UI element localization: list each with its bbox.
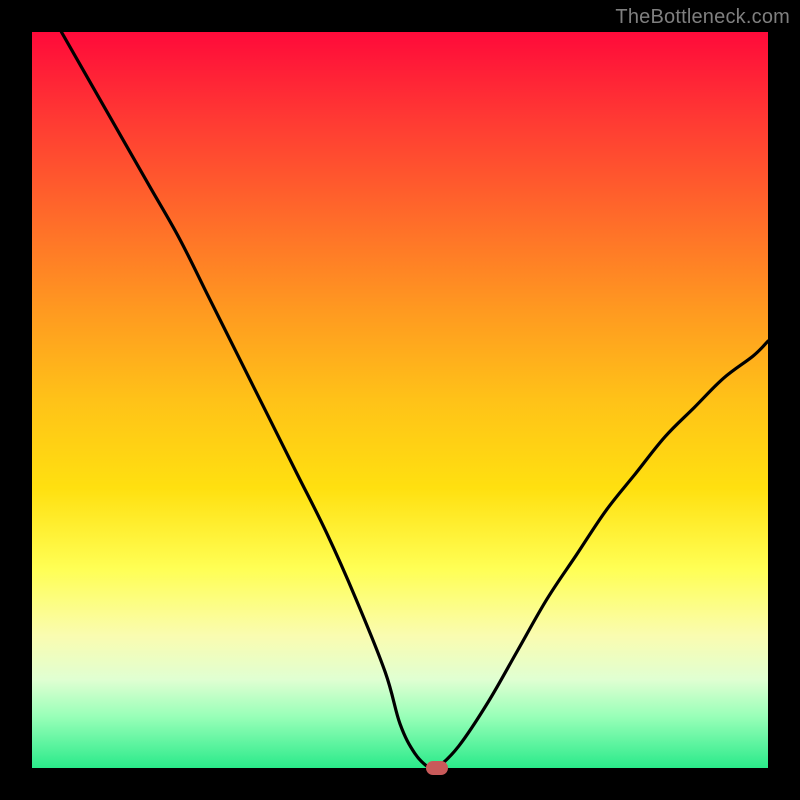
bottleneck-curve-path bbox=[61, 32, 768, 771]
plot-area bbox=[32, 32, 768, 768]
watermark-label: TheBottleneck.com bbox=[615, 6, 790, 29]
curve-svg bbox=[32, 32, 768, 768]
minimum-marker bbox=[426, 761, 448, 775]
chart-frame: TheBottleneck.com bbox=[0, 0, 800, 800]
